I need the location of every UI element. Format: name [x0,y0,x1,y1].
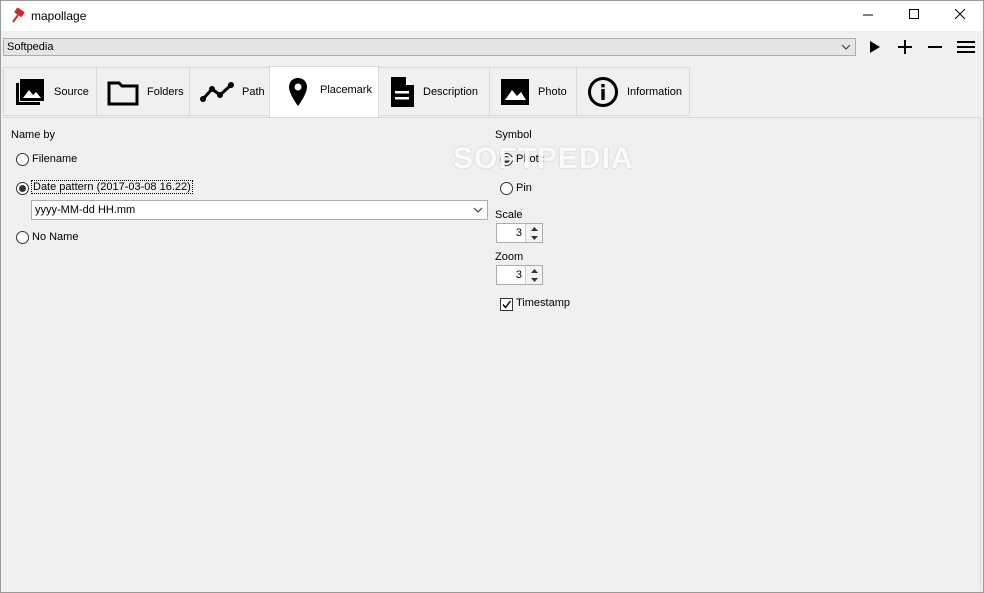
tab-label: Placemark [320,84,372,96]
scale-label: Scale [495,209,523,221]
play-icon [869,40,881,57]
close-button[interactable] [937,1,983,31]
app-window: mapollage Softpedia Source Folders Path … [0,0,984,593]
tab-information[interactable]: Information [576,67,690,116]
radio-filename[interactable] [16,153,29,166]
radio-pin-label: Pin [516,182,532,194]
profile-select-value: Softpedia [7,41,54,53]
spinner-down-icon[interactable] [526,275,542,284]
info-icon [587,76,619,108]
tab-path[interactable]: Path [189,67,270,116]
zoom-value: 3 [515,269,522,281]
plus-icon [897,39,913,58]
date-pattern-combo[interactable]: yyyy-MM-dd HH.mm [31,200,488,220]
photo-library-icon [14,77,46,107]
minimize-button[interactable] [845,1,891,31]
radio-pin[interactable] [500,182,513,195]
maximize-button[interactable] [891,1,937,31]
tab-label: Photo [538,85,567,98]
radio-no-name[interactable] [16,231,29,244]
name-by-heading: Name by [11,129,56,141]
tab-label: Source [54,85,89,98]
radio-filename-label: Filename [32,153,78,165]
pushpin-icon [10,7,26,24]
document-icon [389,76,415,108]
tab-source[interactable]: Source [3,67,97,116]
menu-button[interactable] [955,38,977,58]
tab-description[interactable]: Description [378,67,490,116]
tab-label: Path [242,85,265,98]
zoom-label: Zoom [495,251,524,263]
toolbar: Softpedia [1,31,983,65]
timestamp-label: Timestamp [516,297,570,309]
scale-spinner[interactable]: 3 [496,223,543,243]
timestamp-checkbox[interactable] [500,298,513,311]
chevron-down-icon [841,42,851,55]
spinner-down-icon[interactable] [526,233,542,242]
spinner-buttons [525,266,542,284]
symbol-heading: Symbol [495,129,532,141]
path-icon [200,80,234,104]
maximize-icon [908,9,920,23]
window-title: mapollage [31,9,87,23]
radio-no-name-label: No Name [32,231,79,243]
profile-select[interactable]: Softpedia [3,38,856,56]
tab-label: Description [423,85,479,98]
softpedia-watermark: SOFTPEDIA [453,142,634,175]
spinner-buttons [525,224,542,242]
run-button[interactable] [864,38,886,58]
placemark-panel: Name by Filename Date pattern (2017-03-0… [3,117,981,591]
tab-label: Folders [147,85,184,98]
scale-value: 3 [515,227,522,239]
chevron-down-icon [473,205,483,218]
radio-date-pattern-label: Date pattern (2017-03-08 16.22) [31,180,193,194]
date-pattern-value: yyyy-MM-dd HH.mm [35,204,136,216]
radio-date-pattern[interactable] [16,182,29,195]
folder-icon [107,78,139,106]
add-profile-button[interactable] [894,38,916,58]
title-bar: mapollage [1,1,983,31]
tab-bar: Source Folders Path Placemark Descriptio… [3,66,981,117]
checkmark-icon [502,300,512,309]
tab-placemark[interactable]: Placemark [269,66,379,117]
tab-folders[interactable]: Folders [96,67,190,116]
close-icon [954,8,966,23]
minus-icon [927,39,943,58]
remove-profile-button[interactable] [924,38,946,58]
map-pin-icon [288,77,308,107]
tab-label: Information [627,85,683,98]
menu-icon [957,40,975,57]
image-icon [500,78,530,106]
tab-photo[interactable]: Photo [489,67,577,116]
minimize-icon [862,9,874,23]
zoom-spinner[interactable]: 3 [496,265,543,285]
